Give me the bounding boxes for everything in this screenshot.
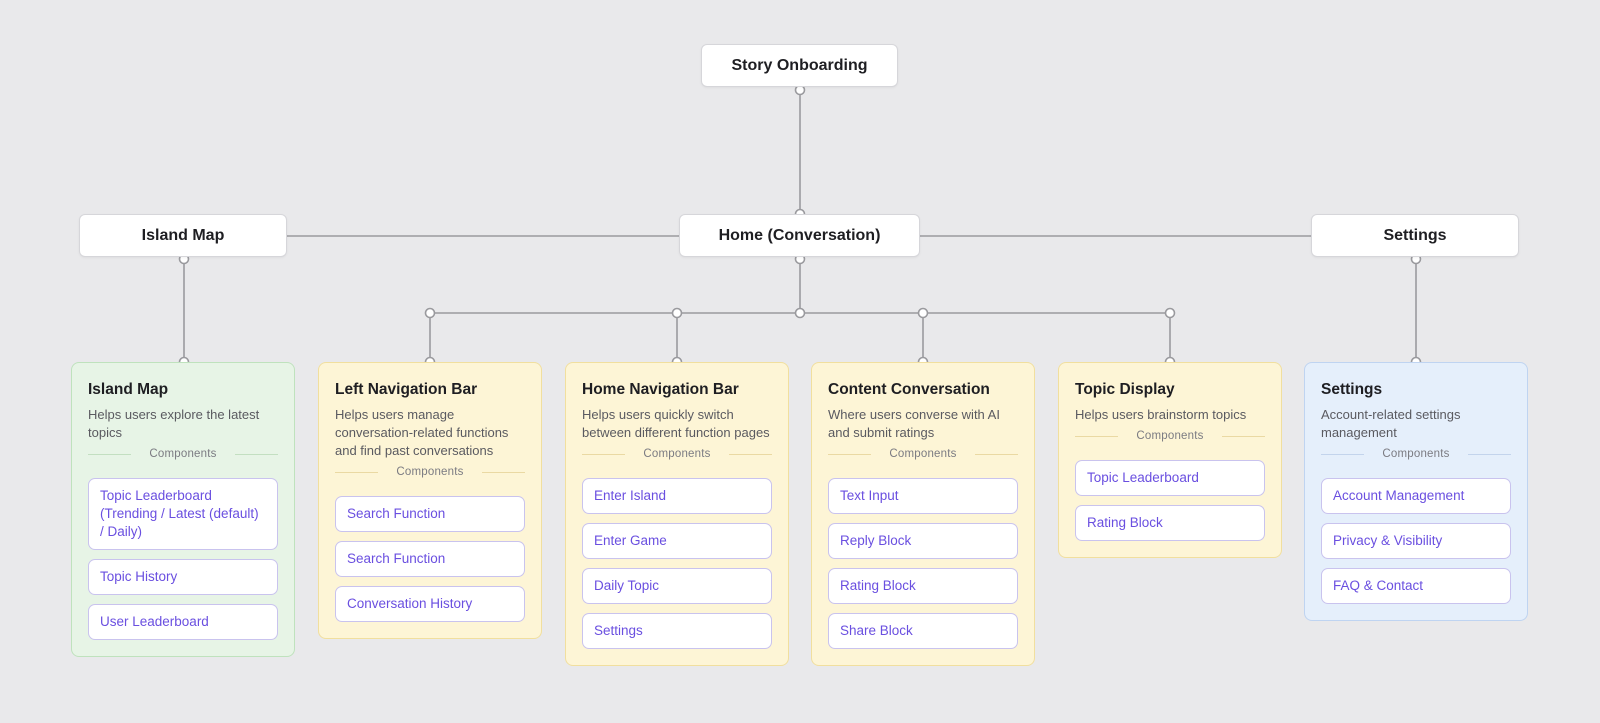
component-chip[interactable]: Topic History: [88, 559, 278, 595]
component-chip[interactable]: Share Block: [828, 613, 1018, 649]
connector-dot: [424, 307, 436, 319]
card-description: Helps users explore the latest topics: [88, 407, 260, 440]
component-chip[interactable]: Conversation History: [335, 586, 525, 622]
node-label: Story Onboarding: [731, 56, 868, 74]
component-chip[interactable]: Daily Topic: [582, 568, 772, 604]
component-chip[interactable]: Settings: [582, 613, 772, 649]
components-divider: Components: [335, 466, 525, 478]
components-divider: Components: [88, 448, 278, 460]
components-label: Components: [643, 448, 711, 460]
component-chip[interactable]: Enter Island: [582, 478, 772, 514]
component-chip[interactable]: Rating Block: [828, 568, 1018, 604]
connector-dot: [917, 307, 929, 319]
node-label: Home (Conversation): [718, 226, 881, 244]
connector-dot: [794, 307, 806, 319]
components-label: Components: [149, 448, 217, 460]
connector-dot: [671, 307, 683, 319]
component-chip[interactable]: Account Management: [1321, 478, 1511, 514]
components-divider: Components: [828, 448, 1018, 460]
component-chip[interactable]: User Leaderboard: [88, 604, 278, 640]
component-chip[interactable]: Reply Block: [828, 523, 1018, 559]
card-description: Where users converse with AI and submit …: [828, 407, 1000, 440]
components-label: Components: [889, 448, 957, 460]
node-label: Island Map: [141, 226, 225, 244]
component-chip[interactable]: Search Function: [335, 496, 525, 532]
card-description: Helps users manage conversation-related …: [335, 407, 509, 458]
component-chip[interactable]: Topic Leaderboard: [1075, 460, 1265, 496]
components-label: Components: [1382, 448, 1450, 460]
node-home-conversation[interactable]: Home (Conversation): [679, 214, 920, 257]
component-chip[interactable]: Search Function: [335, 541, 525, 577]
card-title: Settings: [1321, 381, 1383, 398]
sitemap-diagram: Story Onboarding Island Map Home (Conver…: [0, 0, 1600, 723]
node-island-map[interactable]: Island Map: [79, 214, 287, 257]
card-title: Content Conversation: [828, 381, 990, 398]
component-chip[interactable]: Enter Game: [582, 523, 772, 559]
component-chip[interactable]: Rating Block: [1075, 505, 1265, 541]
node-label: Settings: [1383, 226, 1447, 244]
components-divider: Components: [1075, 430, 1265, 442]
components-divider: Components: [582, 448, 772, 460]
card-home-navigation-bar: Home Navigation Bar Helps users quickly …: [565, 362, 789, 666]
components-label: Components: [396, 466, 464, 478]
card-left-navigation-bar: Left Navigation Bar Helps users manage c…: [318, 362, 542, 639]
component-chip[interactable]: Topic Leaderboard (Trending / Latest (de…: [88, 478, 278, 550]
card-description: Helps users brainstorm topics: [1075, 407, 1247, 422]
component-chip[interactable]: FAQ & Contact: [1321, 568, 1511, 604]
card-island-map: Island Map Helps users explore the lates…: [71, 362, 295, 657]
components-label: Components: [1136, 430, 1204, 442]
card-title: Island Map: [88, 381, 169, 398]
card-title: Left Navigation Bar: [335, 381, 478, 398]
card-title: Topic Display: [1075, 381, 1175, 398]
node-settings[interactable]: Settings: [1311, 214, 1519, 257]
card-settings: Settings Account-related settings manage…: [1304, 362, 1528, 621]
node-story-onboarding[interactable]: Story Onboarding: [701, 44, 898, 87]
connector-dot: [1164, 307, 1176, 319]
card-topic-display: Topic Display Helps users brainstorm top…: [1058, 362, 1282, 558]
card-description: Account-related settings management: [1321, 407, 1461, 440]
card-description: Helps users quickly switch between diffe…: [582, 407, 770, 440]
component-chip[interactable]: Text Input: [828, 478, 1018, 514]
card-content-conversation: Content Conversation Where users convers…: [811, 362, 1035, 666]
card-title: Home Navigation Bar: [582, 381, 739, 398]
components-divider: Components: [1321, 448, 1511, 460]
component-chip[interactable]: Privacy & Visibility: [1321, 523, 1511, 559]
